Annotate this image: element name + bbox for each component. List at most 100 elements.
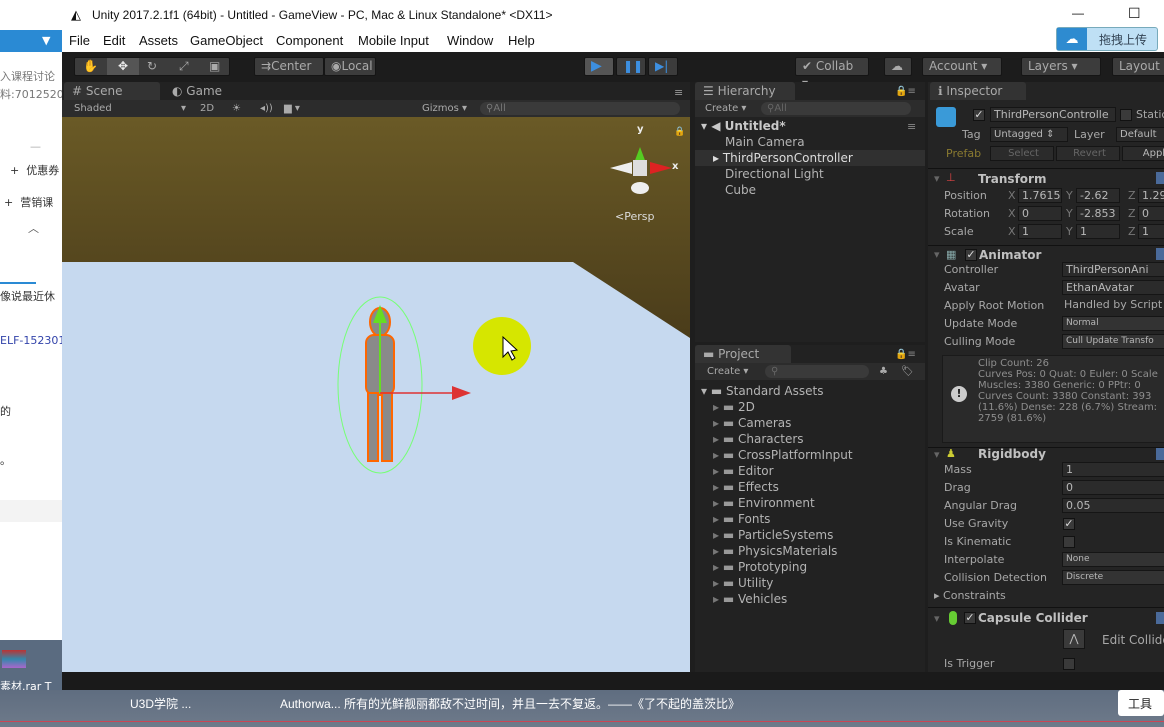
folder-item[interactable]: ▸ ▬ Utility	[713, 576, 773, 590]
folder-item[interactable]: ▸ ▬ ParticleSystems	[713, 528, 833, 542]
layer-dropdown[interactable]: Default	[1116, 127, 1164, 142]
scene-viewport[interactable]: y x 🔒 <Persp	[62, 117, 690, 672]
tab-inspector[interactable]: ℹ Inspector	[930, 82, 1026, 100]
capsule-enabled-checkbox[interactable]: ✓	[964, 612, 976, 624]
hand-tool-icon[interactable]: ✋	[83, 58, 98, 75]
gameobject-name-input[interactable]: ThirdPersonControlle	[990, 107, 1116, 122]
animator-row-value[interactable]: Normal	[1062, 316, 1164, 331]
folder-item[interactable]: ▸ ▬ Characters	[713, 432, 804, 446]
tag-dropdown[interactable]: Untagged ⇕	[990, 127, 1068, 142]
transform-z-input[interactable]: 0	[1138, 206, 1164, 221]
foldout-arrow[interactable]: ▾	[934, 248, 940, 261]
folder-item[interactable]: ▸ ▬ CrossPlatformInput	[713, 448, 853, 462]
menu-window[interactable]: Window	[447, 33, 493, 48]
marketing-item[interactable]: + 营销课	[4, 194, 53, 210]
transform-y-input[interactable]: 1	[1076, 224, 1120, 239]
rect-tool-icon[interactable]: ▣	[209, 58, 220, 75]
hierarchy-item[interactable]: Main Camera	[725, 135, 805, 149]
lighting-toggle-icon[interactable]: ☀	[232, 100, 241, 117]
transform-header[interactable]: Transform	[978, 172, 1046, 186]
transform-x-input[interactable]: 0	[1018, 206, 1062, 221]
chevron-up-icon[interactable]: ︿	[28, 220, 39, 236]
static-checkbox[interactable]	[1120, 109, 1132, 121]
orientation-gizmo[interactable]	[610, 147, 672, 194]
perspective-toggle[interactable]: <Persp	[615, 210, 654, 223]
filter-by-label-icon[interactable]: 🏷	[901, 363, 914, 380]
transform-y-input[interactable]: -2.62	[1076, 188, 1120, 203]
prefab-select-button[interactable]: Select	[990, 146, 1054, 161]
constraints-foldout[interactable]: ▸ Constraints	[934, 589, 1006, 602]
account-dropdown[interactable]: Account ▾	[922, 57, 1002, 76]
folder-item[interactable]: ▸ ▬ Cameras	[713, 416, 791, 430]
hierarchy-item[interactable]: Cube	[725, 183, 756, 197]
transform-x-input[interactable]: 1	[1018, 224, 1062, 239]
folder-item[interactable]: ▸ ▬ Environment	[713, 496, 815, 510]
drag-input[interactable]: 0	[1062, 480, 1164, 495]
scale-tool-icon[interactable]: ⤢	[179, 58, 189, 75]
transform-z-input[interactable]: 1	[1138, 224, 1164, 239]
pivot-local-toggle[interactable]: ◉Local	[324, 57, 376, 76]
coupon-item[interactable]: + 优惠券	[10, 162, 59, 178]
collab-dropdown[interactable]: ✔ Collab ▾	[795, 57, 869, 90]
use-gravity-checkbox[interactable]: ✓	[1063, 518, 1075, 530]
rotate-tool-icon[interactable]: ↻	[147, 58, 157, 75]
menu-file[interactable]: File	[69, 33, 90, 48]
2d-toggle[interactable]: 2D	[200, 100, 214, 117]
is-trigger-checkbox[interactable]	[1063, 658, 1075, 670]
menu-assets[interactable]: Assets	[139, 33, 178, 48]
capsule-collider-header[interactable]: Capsule Collider	[978, 611, 1088, 625]
hierarchy-search-input[interactable]: ⚲All	[761, 102, 911, 115]
hierarchy-create-dropdown[interactable]: Create ▾	[705, 100, 746, 117]
collision-detection-dropdown[interactable]: Discrete	[1062, 570, 1164, 585]
animator-row-value[interactable]: ThirdPersonAni	[1062, 262, 1164, 277]
menu-gameobject[interactable]: GameObject	[190, 33, 263, 48]
layers-dropdown[interactable]: Layers ▾	[1021, 57, 1101, 76]
folder-item[interactable]: ▸ ▬ Editor	[713, 464, 774, 478]
taskbar-item[interactable]: Authorwa... 所有的光鲜靓丽都敌不过时间，并且一去不复返。——《了不起…	[280, 695, 740, 712]
folder-standard-assets[interactable]: ▾ ▬ Standard Assets	[701, 384, 823, 398]
tab-game[interactable]: ◐ Game	[164, 82, 244, 100]
scene-search-input[interactable]: ⚲All	[480, 102, 680, 115]
step-button[interactable]: ▶|	[648, 57, 678, 76]
edit-collider-button[interactable]: ⋀	[1063, 629, 1085, 649]
menu-help[interactable]: Help	[508, 33, 535, 48]
animator-row-value[interactable]: EthanAvatar	[1062, 280, 1164, 295]
hierarchy-item-selected[interactable]: ▸ ThirdPersonController	[713, 151, 853, 165]
foldout-arrow[interactable]: ▾	[934, 448, 940, 461]
menu-edit[interactable]: Edit	[103, 33, 125, 48]
panel-lock-menu-icon[interactable]: 🔒≡	[895, 86, 916, 97]
tab-scene[interactable]: # Scene	[64, 82, 160, 100]
interpolate-dropdown[interactable]: None	[1062, 552, 1164, 567]
maximize-button[interactable]: ☐	[1128, 5, 1141, 22]
project-create-dropdown[interactable]: Create ▾	[707, 363, 748, 380]
angular-drag-input[interactable]: 0.05	[1062, 498, 1164, 513]
minus-icon[interactable]: —	[30, 140, 41, 153]
audio-toggle-icon[interactable]: ◂))	[260, 100, 273, 117]
transform-y-input[interactable]: -2.853	[1076, 206, 1120, 221]
prefab-revert-button[interactable]: Revert	[1056, 146, 1120, 161]
active-checkbox[interactable]: ✓	[973, 109, 985, 121]
hierarchy-item[interactable]: Directional Light	[725, 167, 824, 181]
help-icon[interactable]	[1156, 448, 1164, 460]
pause-button[interactable]: ❚❚	[616, 57, 646, 76]
shading-mode-dropdown[interactable]: Shaded ▾	[74, 100, 186, 117]
folder-item[interactable]: ▸ ▬ 2D	[713, 400, 755, 414]
transform-x-input[interactable]: 1.7615	[1018, 188, 1062, 203]
filter-by-type-icon[interactable]: ♣	[879, 363, 888, 380]
animator-row-value[interactable]: Cull Update Transfo	[1062, 334, 1164, 349]
upload-button[interactable]: ☁ 拖拽上传	[1056, 27, 1158, 51]
cloud-services-icon[interactable]: ☁	[884, 57, 912, 76]
gizmos-dropdown[interactable]: Gizmos ▾	[422, 100, 467, 117]
animator-enabled-checkbox[interactable]: ✓	[965, 249, 977, 261]
foldout-arrow[interactable]: ▾	[934, 612, 940, 625]
help-icon[interactable]	[1156, 248, 1164, 260]
help-icon[interactable]	[1156, 172, 1164, 184]
animator-header[interactable]: Animator	[979, 248, 1041, 262]
taskbar-item[interactable]: U3D学院 ...	[130, 695, 191, 712]
rar-file-icon[interactable]	[2, 650, 26, 668]
dropdown-icon[interactable]: ▼	[42, 34, 50, 47]
mass-input[interactable]: 1	[1062, 462, 1164, 477]
pivot-center-toggle[interactable]: ⇉Center	[254, 57, 324, 76]
rigidbody-header[interactable]: Rigidbody	[978, 447, 1046, 461]
menu-component[interactable]: Component	[276, 33, 343, 48]
